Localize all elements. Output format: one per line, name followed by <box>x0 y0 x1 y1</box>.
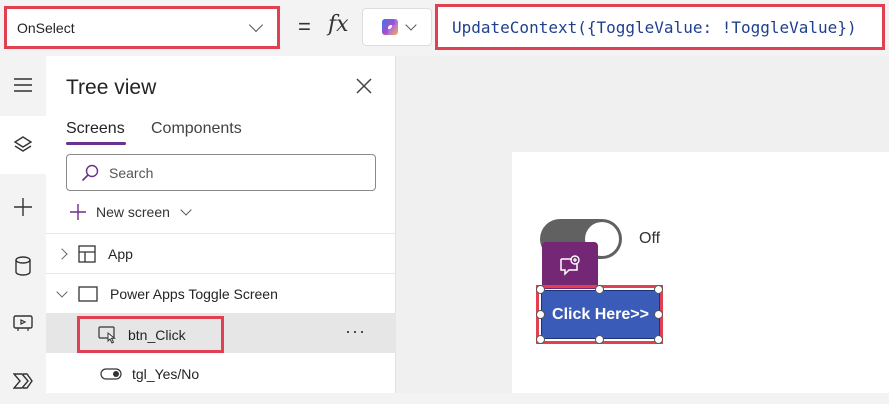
database-icon[interactable] <box>0 243 46 289</box>
new-screen-label: New screen <box>96 204 170 220</box>
app-icon <box>78 244 96 263</box>
property-dropdown-value: OnSelect <box>17 19 75 36</box>
toggle-label: Off <box>639 230 661 247</box>
resize-handle[interactable] <box>536 310 545 319</box>
search-input[interactable]: Search <box>66 154 376 191</box>
button-icon <box>98 325 116 344</box>
hamburger-icon[interactable] <box>0 62 46 108</box>
chevron-down-icon <box>405 19 417 31</box>
comment-add-button[interactable] <box>542 242 598 289</box>
close-icon[interactable] <box>352 74 376 98</box>
resize-handles <box>536 285 663 344</box>
chevron-down-icon <box>248 17 264 33</box>
formula-input[interactable]: UpdateContext({ToggleValue: !ToggleValue… <box>435 4 885 50</box>
chevron-right-icon[interactable] <box>56 247 68 260</box>
chevron-down-icon[interactable] <box>56 285 68 298</box>
tab-active-indicator <box>66 142 126 145</box>
tree-item-app[interactable]: App <box>46 233 396 273</box>
resize-handle[interactable] <box>536 335 545 344</box>
more-options-icon[interactable]: ··· <box>345 321 366 342</box>
resize-handle[interactable] <box>595 285 604 294</box>
tree-item-button[interactable]: btn_Click ··· <box>46 313 396 353</box>
screen-icon <box>78 285 98 302</box>
comment-add-icon <box>560 254 580 276</box>
new-screen-button[interactable]: New screen <box>68 202 192 222</box>
copilot-button[interactable] <box>362 8 432 46</box>
selected-control-highlight: btn_Click <box>77 316 224 353</box>
resize-handle[interactable] <box>654 335 663 344</box>
toggle-icon <box>100 368 122 380</box>
tree-view-title: Tree view <box>66 76 157 99</box>
tree-item-label: tgl_Yes/No <box>132 366 200 382</box>
copilot-icon <box>382 19 398 35</box>
plus-icon[interactable] <box>0 184 46 230</box>
plus-icon <box>70 204 86 220</box>
property-dropdown[interactable]: OnSelect <box>4 6 280 49</box>
tree-view-panel: Tree view Screens Components Search New … <box>46 56 396 393</box>
power-automate-icon[interactable] <box>0 358 46 404</box>
search-icon <box>81 164 99 181</box>
resize-handle[interactable] <box>536 285 545 294</box>
search-placeholder: Search <box>109 164 154 181</box>
tab-screens[interactable]: Screens <box>66 120 125 138</box>
tree-item-label: App <box>108 245 133 262</box>
tree-item-label: btn_Click <box>128 326 186 343</box>
chevron-down-icon <box>180 204 192 216</box>
media-icon[interactable] <box>0 300 46 346</box>
equals-sign: = <box>298 14 311 39</box>
resize-handle[interactable] <box>595 335 604 344</box>
resize-handle[interactable] <box>654 285 663 294</box>
tree-item-screen[interactable]: Power Apps Toggle Screen <box>46 273 396 313</box>
resize-handle[interactable] <box>654 310 663 319</box>
tree-item-label: Power Apps Toggle Screen <box>110 285 278 302</box>
tab-components[interactable]: Components <box>151 120 242 138</box>
fx-icon[interactable]: fx <box>328 12 349 37</box>
tree-item-toggle[interactable]: tgl_Yes/No <box>46 354 396 394</box>
layers-icon[interactable] <box>0 116 46 174</box>
left-rail <box>0 56 46 393</box>
